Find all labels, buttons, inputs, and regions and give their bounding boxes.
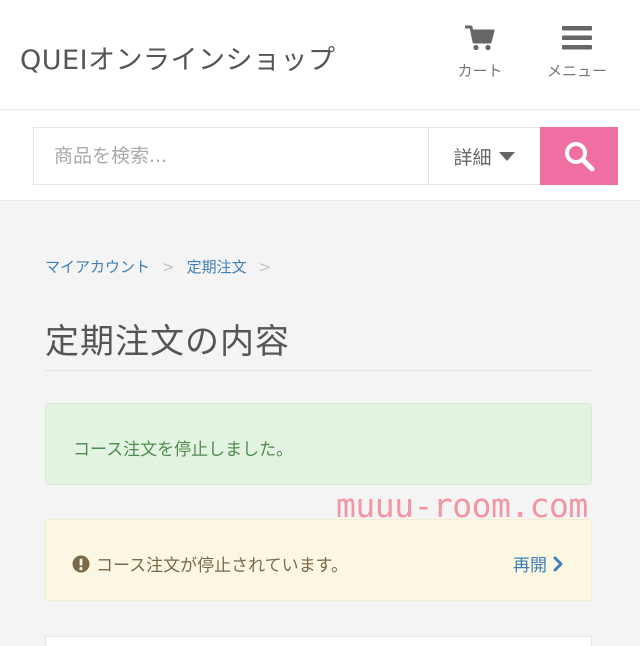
search-icon xyxy=(565,142,595,172)
watermark-text: muuu-room.com xyxy=(336,486,588,525)
shop-title[interactable]: QUEIオンラインショップ xyxy=(20,38,336,77)
caret-down-icon xyxy=(498,151,515,161)
detail-dropdown[interactable]: 詳細 xyxy=(428,128,540,184)
hamburger-icon xyxy=(562,26,592,50)
menu-button[interactable]: メニュー xyxy=(536,24,618,81)
cart-icon xyxy=(465,25,495,51)
cart-label: カート xyxy=(457,62,503,80)
search-bar: 詳細 xyxy=(0,111,640,201)
warning-info: コース注文が停止されています。 xyxy=(72,551,348,576)
title-divider xyxy=(45,370,592,371)
breadcrumb-separator: > xyxy=(258,258,272,276)
order-detail-panel xyxy=(45,636,592,646)
breadcrumb-separator: > xyxy=(162,258,175,276)
menu-label: メニュー xyxy=(546,62,607,80)
warning-message: コース注文が停止されています。 xyxy=(96,556,348,576)
resume-label: 再開 xyxy=(513,556,547,576)
page-title: 定期注文の内容 xyxy=(45,322,290,362)
chevron-right-icon xyxy=(553,556,563,571)
site-header: QUEIオンラインショップ カート メニュー xyxy=(0,0,640,110)
search-form: 詳細 xyxy=(33,127,618,185)
detail-label: 詳細 xyxy=(453,146,492,169)
breadcrumb-subscription[interactable]: 定期注文 xyxy=(187,258,247,276)
search-input[interactable] xyxy=(34,128,428,184)
success-message: コース注文を停止しました。 xyxy=(73,440,294,460)
breadcrumb-my-account[interactable]: マイアカウント xyxy=(45,258,150,276)
resume-link[interactable]: 再開 xyxy=(513,551,563,576)
exclamation-circle-icon xyxy=(72,555,90,572)
cart-button[interactable]: カート xyxy=(447,24,513,81)
search-button[interactable] xyxy=(540,127,618,185)
warning-alert: コース注文が停止されています。 再開 xyxy=(45,519,592,601)
breadcrumb: マイアカウント > 定期注文 > xyxy=(45,256,283,277)
success-alert: コース注文を停止しました。 xyxy=(45,403,592,485)
